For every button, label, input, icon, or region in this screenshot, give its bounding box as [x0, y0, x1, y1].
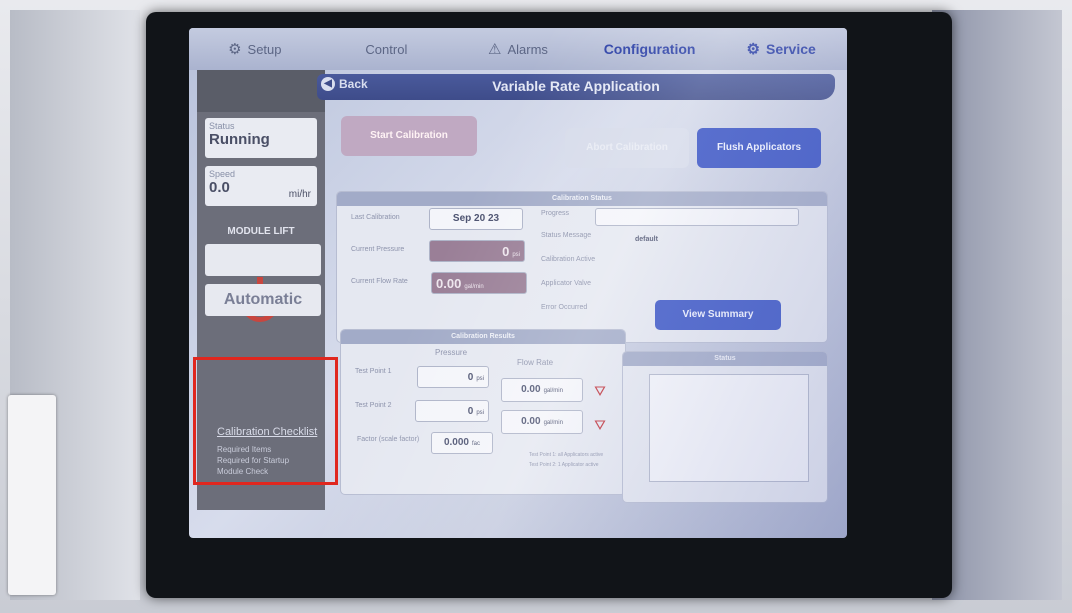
equipment-label: [8, 395, 56, 595]
gear-icon: ⚙: [228, 41, 242, 58]
calibration-results-title: Calibration Results: [341, 330, 625, 344]
calibration-active-label: Calibration Active: [541, 256, 596, 263]
view-summary-button[interactable]: View Summary: [655, 300, 781, 330]
calibration-status-title: Calibration Status: [337, 192, 827, 206]
last-calibration-label: Last Calibration: [351, 214, 400, 221]
module-lift-button[interactable]: [205, 244, 321, 276]
factor-label: Factor (scale factor): [357, 436, 420, 443]
current-flow-label: Current Flow Rate: [351, 278, 408, 285]
test-point-1-flow: 0.00 gal/min: [501, 378, 583, 402]
factor-unit: fac: [472, 441, 481, 447]
test-point-2-flow-unit: gal/min: [543, 420, 563, 426]
status-box: Status Running: [205, 118, 317, 158]
abort-calibration-button[interactable]: Abort Calibration: [565, 128, 689, 168]
current-pressure-value: 0: [502, 244, 510, 259]
tab-alarms-label: Alarms: [507, 41, 548, 57]
test-point-2-label: Test Point 2: [355, 402, 392, 409]
test-point-1-label: Test Point 1: [355, 368, 392, 375]
tab-configuration[interactable]: Configuration: [584, 28, 716, 70]
tab-service[interactable]: ⚙ Service: [715, 28, 847, 70]
speed-caption: Speed: [209, 169, 236, 179]
current-pressure-field: 0 psi: [429, 240, 525, 262]
flow-column-header: Flow Rate: [517, 358, 554, 367]
progress-bar: [595, 208, 799, 226]
current-pressure-unit: psi: [512, 252, 520, 258]
test-point-2-flow-value: 0.00: [521, 416, 541, 427]
error-occurred-label: Error Occurred: [541, 304, 588, 311]
speed-unit: mi/hr: [288, 189, 311, 200]
page-header-bar: ◀ Back Variable Rate Application: [317, 74, 835, 100]
current-flow-field: 0.00 gal/min: [431, 272, 527, 294]
flush-applicators-button[interactable]: Flush Applicators: [697, 128, 821, 168]
factor-field: 0.000 fac: [431, 432, 493, 454]
tab-service-label: Service: [765, 41, 816, 57]
test-note-1: Test Point 1: all Applicators active: [529, 452, 604, 458]
test-point-1-flow-unit: gal/min: [543, 388, 563, 394]
status-chart-panel: Status: [623, 352, 827, 502]
tab-control[interactable]: Control: [321, 28, 453, 70]
progress-label: Progress: [541, 210, 570, 217]
test-point-2-flow: 0.00 gal/min: [501, 410, 583, 434]
pressure-column-header: Pressure: [435, 348, 468, 357]
top-tab-bar: ⚙ Setup Control ⚠ Alarms Configuration ⚙…: [189, 28, 847, 70]
test-point-1-run-icon[interactable]: ⛛: [591, 382, 609, 400]
test-point-2-pressure: 0 psi: [415, 400, 489, 422]
current-flow-unit: gal/min: [464, 284, 484, 290]
last-calibration-field: Sep 20 23: [429, 208, 523, 230]
sidebar-header: [197, 70, 325, 112]
tab-control-label: Control: [365, 41, 408, 57]
status-chart-plot: [649, 374, 809, 482]
tab-setup[interactable]: ⚙ Setup: [189, 28, 321, 70]
gear-icon: ⚙: [746, 41, 760, 58]
test-point-2-pressure-value: 0: [467, 406, 474, 417]
test-note-2: Test Point 2: 1 Applicator active: [529, 462, 599, 468]
tab-alarms[interactable]: ⚠ Alarms: [452, 28, 584, 70]
warning-icon: ⚠: [488, 41, 502, 58]
test-point-2-pressure-unit: psi: [476, 410, 484, 416]
start-calibration-button[interactable]: Start Calibration: [341, 116, 477, 156]
test-point-1-flow-value: 0.00: [521, 384, 541, 395]
applicator-valve-label: Applicator Valve: [541, 280, 592, 287]
test-point-1-pressure-value: 0: [467, 372, 474, 383]
current-flow-value: 0.00: [436, 276, 462, 291]
module-lift-label: MODULE LIFT: [227, 226, 295, 237]
status-chart-title: Status: [623, 352, 827, 366]
current-pressure-label: Current Pressure: [351, 246, 405, 253]
test-point-2-run-icon[interactable]: ⛛: [591, 416, 609, 434]
factor-value: 0.000: [443, 437, 469, 448]
status-message-label: Status Message: [541, 232, 592, 239]
highlight-box: [193, 357, 338, 485]
speed-box: Speed 0.0 mi/hr: [205, 166, 317, 206]
mode-button[interactable]: Automatic: [205, 284, 321, 316]
page-title: Variable Rate Application: [492, 78, 660, 94]
status-caption: Status: [209, 121, 235, 131]
test-point-1-pressure-unit: psi: [476, 376, 484, 382]
status-message-value: default: [635, 236, 658, 243]
tab-configuration-label: Configuration: [603, 41, 696, 57]
test-point-1-pressure: 0 psi: [417, 366, 489, 388]
status-value: Running: [209, 131, 270, 148]
tab-setup-label: Setup: [247, 41, 282, 57]
